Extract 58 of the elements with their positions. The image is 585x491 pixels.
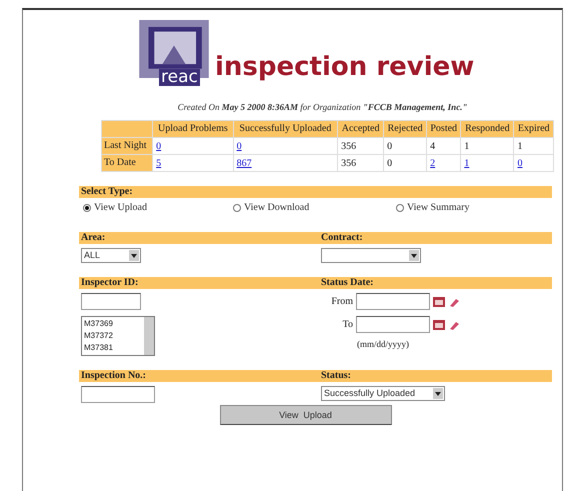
radio-button[interactable] [233,204,241,212]
section-label: Status: [321,370,352,382]
to-date-field[interactable] [356,316,430,333]
from-date-field[interactable] [356,293,430,310]
list-item[interactable]: M37369 [84,318,142,330]
column-header: Expired [514,121,553,137]
column-header: Posted [427,121,460,137]
section-label: Area: [81,232,106,244]
section-label: Inspection No.: [81,370,148,382]
row-header: To Date [102,155,152,171]
table-link[interactable]: 5 [153,155,233,171]
table-link[interactable]: 867 [234,155,338,171]
row-header: Last Night [102,138,152,154]
column-header: Responded [461,121,514,137]
column-header [102,121,152,137]
inspector-listbox[interactable]: M37369 M37372 M37381 [81,316,155,356]
calendar-icon[interactable] [433,320,445,330]
radio-label[interactable]: View Download [244,202,310,213]
table-cell: 356 [338,138,384,154]
radio-button[interactable] [83,204,91,212]
view-upload-button[interactable]: View Upload [220,405,392,425]
area-select[interactable]: ALL [81,248,141,263]
created-info: Created On May 5 2000 8:36AM for Organization "FCCB Management, Inc." [176,102,468,112]
calendar-icon[interactable] [433,296,445,306]
table-cell: 1 [514,138,553,154]
date-format-hint: (mm/dd/yyyy) [357,339,409,349]
table-cell: 4 [427,138,460,154]
section-label: Inspector ID: [81,277,140,289]
table-link[interactable]: 0 [234,138,338,154]
table-cell: 1 [461,138,514,154]
table-link[interactable]: 0 [153,138,233,154]
list-item[interactable]: M37381 [84,342,142,354]
column-header: Successfully Uploaded [234,121,338,137]
from-label: From [330,296,353,307]
eraser-icon[interactable] [448,296,460,306]
radio-label[interactable]: View Upload [94,202,147,213]
radio-label[interactable]: View Summary [407,202,470,213]
column-header: Accepted [338,121,384,137]
table-link[interactable]: 2 [427,155,460,171]
list-item[interactable]: M37372 [84,330,142,342]
table-cell: 356 [338,155,384,171]
inspection-no-field[interactable] [81,386,155,403]
table-link[interactable]: 1 [461,155,514,171]
radio-button[interactable] [396,204,404,212]
table-cell: 0 [384,155,426,171]
table-cell: 0 [384,138,426,154]
column-header: Rejected [384,121,426,137]
section-label: Select Type: [81,186,133,198]
page-title: inspection review [215,52,474,82]
section-label: Status Date: [321,277,374,289]
table-link[interactable]: 0 [514,155,553,171]
column-header: Upload Problems [153,121,233,137]
status-select[interactable]: Successfully Uploaded [321,386,445,401]
eraser-icon[interactable] [448,320,460,330]
to-label: To [342,319,353,330]
section-label: Contract: [321,232,364,244]
inspector-id-field[interactable] [81,293,141,310]
logo-text: reac [159,69,200,86]
